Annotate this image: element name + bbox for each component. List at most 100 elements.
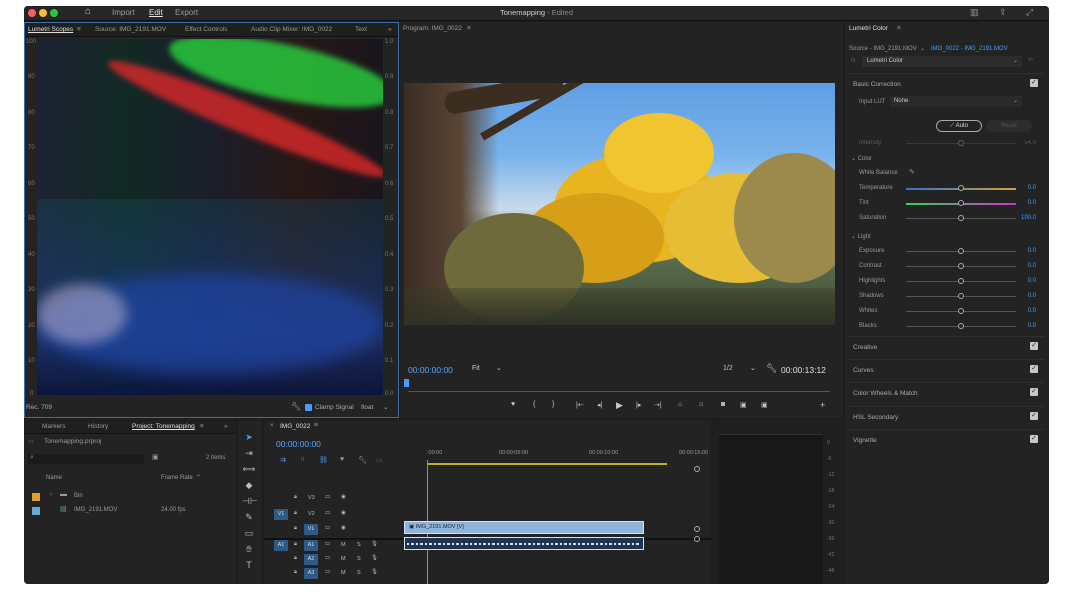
slider-value[interactable]: 0.0 [1028,293,1036,299]
lumetri-source-dropdown[interactable]: Source - IMG_2191.MOV [849,46,917,52]
sync-lock-icon[interactable]: ▭ [325,525,330,531]
eye-icon[interactable]: ◉ [341,525,346,531]
tab-effect-controls[interactable]: Effect Controls [185,26,228,33]
extract-icon[interactable]: ⌂ [699,401,703,408]
eye-icon[interactable]: ◉ [341,510,346,516]
name-column-header[interactable]: Name [46,475,62,481]
tint-slider[interactable]: Tint 0.0 [849,197,1044,211]
tab-history[interactable]: History [88,423,108,430]
mute-button[interactable]: M [341,570,346,576]
reset-effect-icon[interactable]: ↶ [1028,57,1033,64]
section-enable-checkbox[interactable]: ✓ [1030,365,1038,373]
highlights-slider[interactable]: Highlights 0.0 [849,275,1044,289]
razor-tool-icon[interactable]: ◆ [242,478,256,492]
slider-knob[interactable] [958,263,964,269]
microphone-icon[interactable]: 🎙︎ [371,541,378,547]
scroll-handle[interactable] [694,466,700,472]
wrench-icon[interactable]: 🔧︎ [291,402,301,411]
exposure-slider[interactable]: Exposure 0.0 [849,245,1044,259]
mark-out-icon[interactable]: } [552,401,554,408]
new-bin-icon[interactable]: ▣ [152,453,159,461]
intensity-slider[interactable]: Intensity 54.0 [849,137,1044,151]
track-name[interactable]: V1 [304,524,318,535]
video-clip[interactable]: ▣ IMG_2191.MOV [V] [404,521,644,534]
eyedropper-icon[interactable]: ✎ [909,168,915,176]
type-tool-icon[interactable]: T [242,558,256,572]
chevron-down-icon[interactable]: ⌄ [920,45,925,52]
close-sequence-icon[interactable]: × [270,423,274,429]
microphone-icon[interactable]: 🎙︎ [371,569,378,575]
color-wheels-section[interactable]: Color Wheels & Match ✓ [849,382,1044,404]
slider-knob[interactable] [958,323,964,329]
color-group-toggle[interactable]: ⌄ Color [851,155,872,162]
input-lut-dropdown[interactable] [890,96,1022,107]
ripple-edit-tool-icon[interactable]: ⟺ [242,462,256,476]
add-button-icon[interactable]: + [820,400,825,410]
panel-menu-icon[interactable]: ≡ [314,422,318,429]
tab-text[interactable]: Text [355,26,367,33]
timeline-timecode[interactable]: 00:00:00:00 [276,439,321,449]
go-to-in-icon[interactable]: |⇠ [576,401,584,409]
solo-button[interactable]: S [357,542,361,548]
linked-selection-icon[interactable]: ⛓︎ [319,456,328,464]
tab-markers[interactable]: Markers [42,423,65,430]
chevron-down-icon[interactable]: ⌄ [750,364,756,372]
vignette-section[interactable]: Vignette ✓ [849,429,1044,451]
contrast-slider[interactable]: Contrast 0.0 [849,260,1044,274]
panel-menu-icon[interactable]: ≡ [467,25,471,32]
slider-knob[interactable] [958,200,964,206]
mute-button[interactable]: M [341,556,346,562]
resolution-dropdown[interactable]: 1/2 [723,365,733,372]
play-icon[interactable]: ▶ [616,400,623,411]
blacks-slider[interactable]: Blacks 0.0 [849,320,1044,334]
slider-knob[interactable] [958,248,964,254]
source-patch-a1[interactable]: A1 [274,540,288,551]
saturation-slider[interactable]: Saturation 100.0 [849,212,1044,226]
list-item[interactable]: › ▬ Bin [24,490,236,504]
marker-icon[interactable]: ♥ [511,401,515,408]
tab-program[interactable]: Program: IMG_0022 [403,25,462,32]
sequence-tab[interactable]: IMG_0022 [280,423,310,430]
snap-icon[interactable]: ∩ [300,456,305,463]
go-to-out-icon[interactable]: ⇢| [654,401,662,409]
mark-in-icon[interactable]: { [533,401,535,408]
timeline-settings-icon[interactable]: 🔧︎ [358,456,367,464]
comparison-view-icon[interactable]: ▣ [740,401,747,409]
work-area-bar[interactable] [427,463,667,465]
basic-correction-section[interactable]: Basic Correction ✓ [849,73,1044,95]
slider-value[interactable]: 0.0 [1028,248,1036,254]
auto-button[interactable]: ⟋ Auto [936,120,982,132]
track-select-tool-icon[interactable]: ⇥ [242,446,256,460]
multicam-icon[interactable]: ▣ [761,401,768,409]
pen-tool-icon[interactable]: ✎ [242,510,256,524]
camera-icon[interactable]: ◙ [721,401,725,408]
lock-icon[interactable]: 🔒︎ [294,525,297,532]
add-marker-icon[interactable]: ♥ [340,456,344,463]
captions-icon[interactable]: ▭ [376,456,383,464]
sort-ascending-icon[interactable]: ⌃ [196,474,201,481]
section-enable-checkbox[interactable]: ✓ [1030,342,1038,350]
tab-audio-clip-mixer[interactable]: Audio Clip Mixer: IMG_0022 [251,26,332,33]
slider-knob[interactable] [958,293,964,299]
whites-slider[interactable]: Whites 0.0 [849,305,1044,319]
tab-source[interactable]: Source: IMG_2191.MOV [95,26,166,33]
sync-lock-icon[interactable]: ▭ [325,569,330,575]
panel-menu-icon[interactable]: ≡ [897,25,901,32]
slider-value[interactable]: 100.0 [1021,215,1036,221]
sync-lock-icon[interactable]: ▭ [325,555,330,561]
creative-section[interactable]: Creative ✓ [849,336,1044,358]
curves-section[interactable]: Curves ✓ [849,359,1044,381]
settings-wrench-icon[interactable]: 🔧︎ [766,363,777,374]
section-enable-checkbox[interactable]: ✓ [1030,79,1038,87]
step-back-icon[interactable]: ◂| [597,401,602,409]
share-icon[interactable]: ⇪ [999,7,1007,18]
mute-button[interactable]: M [341,542,346,548]
chevron-down-icon[interactable]: ⌄ [496,364,502,372]
slider-value[interactable]: 0.0 [1028,308,1036,314]
expand-arrow-icon[interactable]: › [50,492,52,498]
step-forward-icon[interactable]: |▸ [636,401,641,409]
chevron-down-icon[interactable]: ⌄ [1013,57,1018,64]
lock-icon[interactable]: 🔒︎ [294,555,297,562]
slip-tool-icon[interactable]: ⊣⊢ [242,494,258,508]
section-enable-checkbox[interactable]: ✓ [1030,435,1038,443]
